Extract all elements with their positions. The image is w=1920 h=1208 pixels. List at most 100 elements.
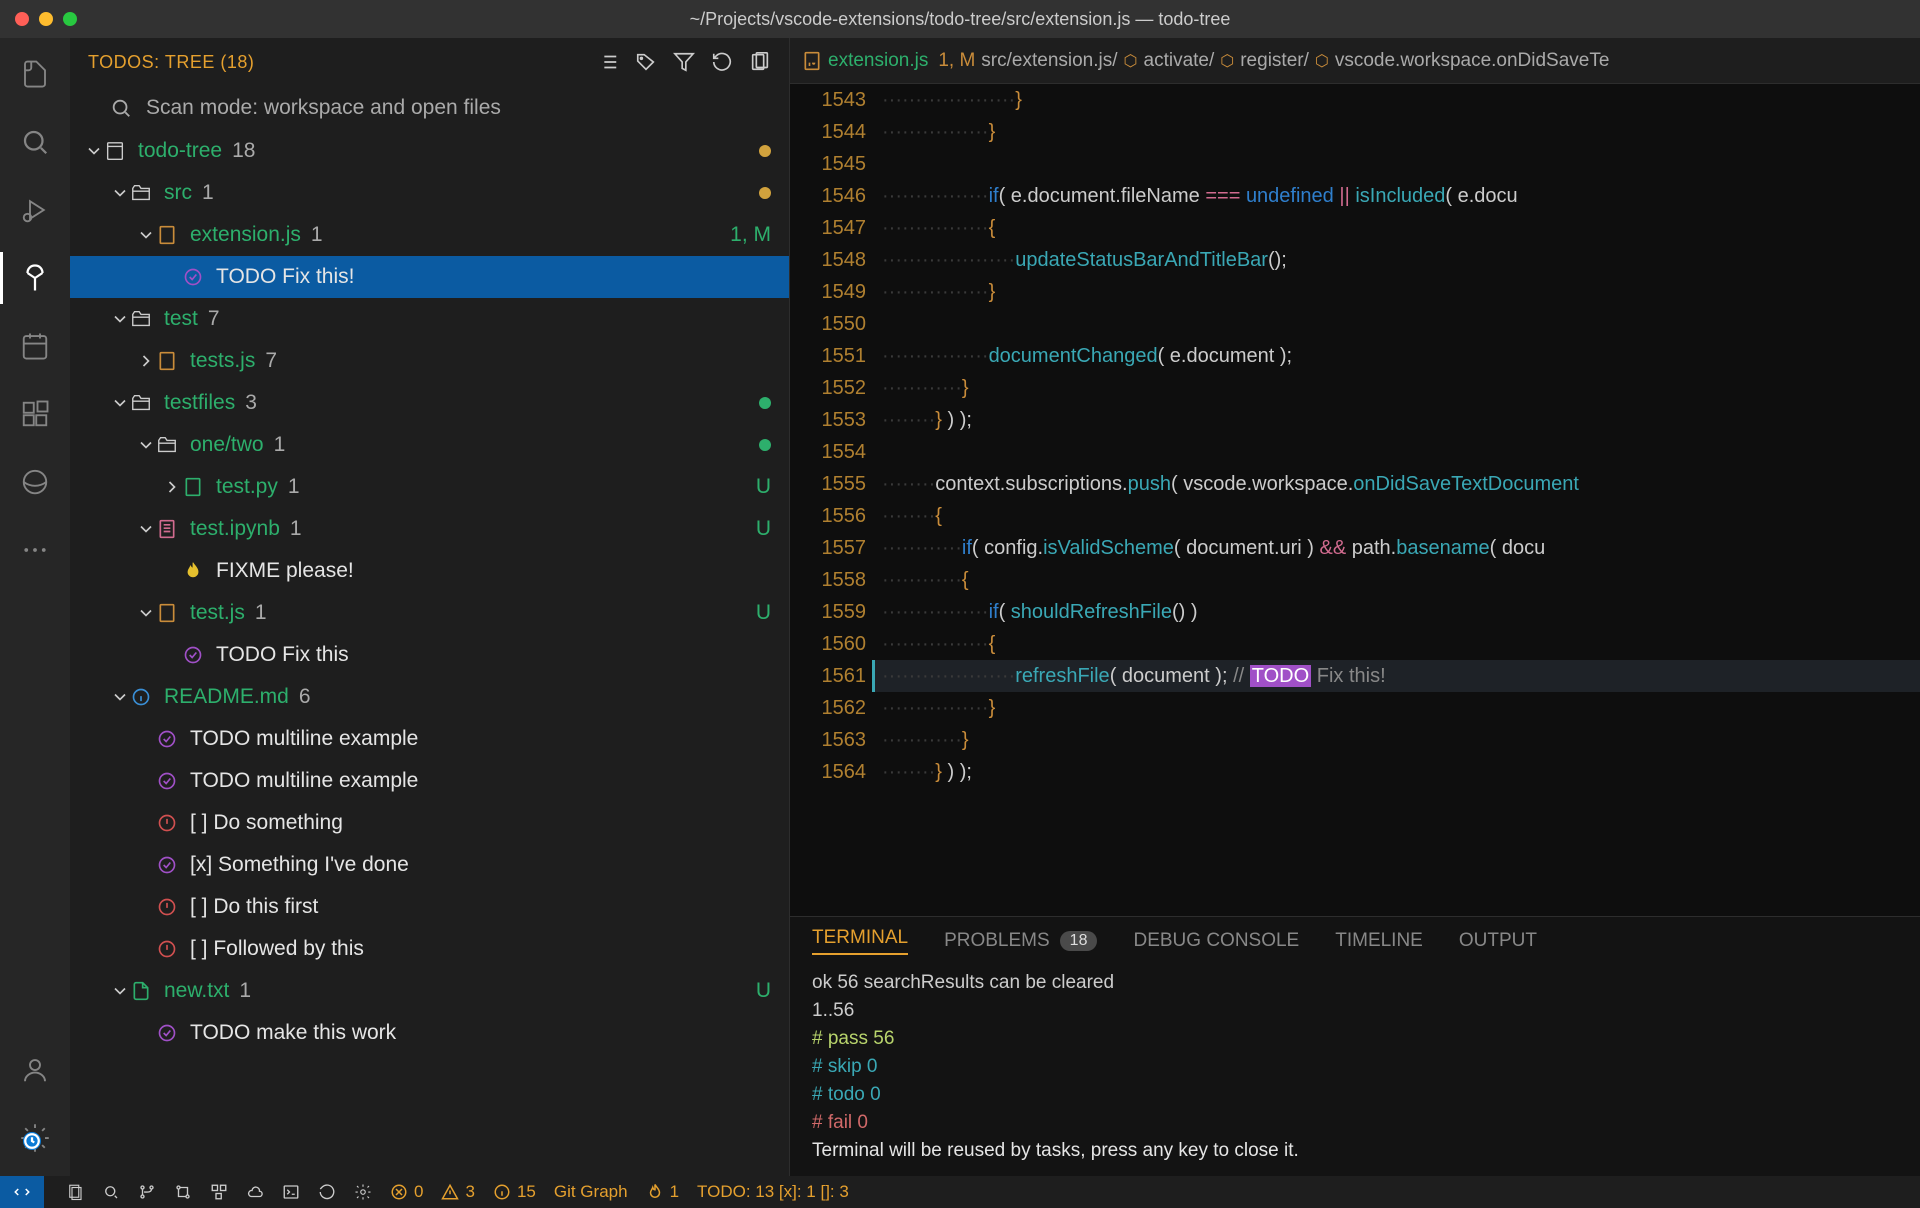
maximize-window[interactable] — [63, 12, 77, 26]
calendar-icon[interactable] — [17, 328, 53, 364]
tab-filename: extension.js — [828, 50, 928, 72]
tab-problems[interactable]: PROBLEMS18 — [944, 927, 1097, 955]
tree-row[interactable]: [ ] Do something — [70, 802, 789, 844]
tree-row[interactable]: README.md6 — [70, 676, 789, 718]
item-count: 1 — [202, 181, 214, 205]
item-status: U — [756, 517, 771, 541]
tree-row[interactable]: tests.js7 — [70, 340, 789, 382]
todo-label: [ ] Do something — [190, 811, 343, 835]
code-lines[interactable]: ····················}················}··… — [872, 84, 1920, 916]
debug-icon[interactable] — [17, 192, 53, 228]
status-dot — [759, 439, 771, 451]
tree-row[interactable]: TODO make this work — [70, 1012, 789, 1054]
todo-label: TODO multiline example — [190, 769, 418, 793]
sb-errors[interactable]: 0 — [390, 1182, 423, 1202]
tree-root[interactable]: todo-tree18 — [70, 130, 789, 172]
tree-row[interactable]: testfiles3 — [70, 382, 789, 424]
close-window[interactable] — [15, 12, 29, 26]
todo-label: TODO multiline example — [190, 727, 418, 751]
item-label: extension.js — [190, 223, 301, 247]
sb-graph-icon[interactable] — [210, 1183, 228, 1201]
tree-view[interactable]: todo-tree18src1extension.js11, MTODO Fix… — [70, 130, 789, 1176]
tab-debug-console[interactable]: DEBUG CONSOLE — [1133, 927, 1299, 955]
check-icon — [156, 770, 178, 792]
refresh-icon[interactable] — [711, 51, 733, 73]
editor-tabbar[interactable]: extension.js 1, M src/extension.js/ ⬡act… — [790, 38, 1920, 84]
list-icon[interactable] — [597, 51, 619, 73]
sb-cloud-icon[interactable] — [246, 1183, 264, 1201]
sb-gear-icon[interactable] — [354, 1183, 372, 1201]
item-count: 18 — [232, 139, 255, 163]
tab-output[interactable]: OUTPUT — [1459, 927, 1537, 955]
notebook-icon — [156, 518, 178, 540]
item-label: new.txt — [164, 979, 229, 1003]
tree-row[interactable]: TODO multiline example — [70, 760, 789, 802]
tree-row[interactable]: TODO Fix this — [70, 634, 789, 676]
sb-terminal-icon[interactable] — [282, 1183, 300, 1201]
terminal-output[interactable]: ok 56 searchResults can be cleared1..56#… — [790, 965, 1920, 1176]
check-icon — [156, 728, 178, 750]
traffic-lights — [15, 12, 77, 26]
sb-search-icon[interactable] — [102, 1183, 120, 1201]
export-icon[interactable] — [749, 51, 771, 73]
todo-label: TODO Fix this — [216, 643, 349, 667]
tree-row[interactable]: src1 — [70, 172, 789, 214]
tab-timeline[interactable]: TIMELINE — [1335, 927, 1423, 955]
js-file-icon — [156, 602, 178, 624]
tree-row[interactable]: FIXME please! — [70, 550, 789, 592]
remote-button[interactable] — [0, 1176, 44, 1208]
js-file-icon — [156, 224, 178, 246]
search-icon[interactable] — [17, 124, 53, 160]
scan-mode-label: Scan mode: workspace and open files — [146, 96, 501, 120]
item-status: 1, M — [730, 223, 771, 247]
check-icon — [156, 1022, 178, 1044]
minimize-window[interactable] — [39, 12, 53, 26]
sb-warnings[interactable]: 3 — [441, 1182, 474, 1202]
alert-icon — [156, 896, 178, 918]
sync-badge-icon — [23, 1132, 41, 1150]
scan-mode-row[interactable]: Scan mode: workspace and open files — [70, 86, 789, 130]
tree-row[interactable]: extension.js11, M — [70, 214, 789, 256]
tree-todo-selected[interactable]: TODO Fix this! — [70, 256, 789, 298]
breadcrumb[interactable]: src/extension.js/ ⬡activate/ ⬡register/ … — [981, 50, 1609, 72]
sb-todo-count[interactable]: TODO: 13 [x]: 1 []: 3 — [697, 1182, 849, 1202]
tree-row[interactable]: test7 — [70, 298, 789, 340]
explorer-icon[interactable] — [17, 56, 53, 92]
tree-row[interactable]: one/two1 — [70, 424, 789, 466]
window-title: ~/Projects/vscode-extensions/todo-tree/s… — [690, 9, 1231, 30]
tag-icon[interactable] — [635, 51, 657, 73]
tree-row[interactable]: TODO multiline example — [70, 718, 789, 760]
tree-row[interactable]: test.py1U — [70, 466, 789, 508]
tree-row[interactable]: test.js1U — [70, 592, 789, 634]
sb-compare-icon[interactable] — [174, 1183, 192, 1201]
problems-badge: 18 — [1060, 931, 1098, 951]
sb-flame[interactable]: 1 — [646, 1182, 679, 1202]
todo-label: FIXME please! — [216, 559, 354, 583]
item-count: 1 — [274, 433, 286, 457]
bottom-panel: TERMINAL PROBLEMS18 DEBUG CONSOLE TIMELI… — [790, 916, 1920, 1176]
filter-icon[interactable] — [673, 51, 695, 73]
sphere-icon[interactable] — [17, 464, 53, 500]
tree-row[interactable]: [x] Something I've done — [70, 844, 789, 886]
item-count: 1 — [288, 475, 300, 499]
item-count: 3 — [245, 391, 257, 415]
alert-icon — [156, 812, 178, 834]
more-icon[interactable] — [17, 532, 53, 568]
extensions-icon[interactable] — [17, 396, 53, 432]
account-icon[interactable] — [17, 1052, 53, 1088]
sb-info[interactable]: 15 — [493, 1182, 536, 1202]
sb-files-icon[interactable] — [66, 1183, 84, 1201]
tree-row[interactable]: test.ipynb1U — [70, 508, 789, 550]
tree-row[interactable]: [ ] Do this first — [70, 886, 789, 928]
js-file-icon — [156, 350, 178, 372]
sb-refresh-icon[interactable] — [318, 1183, 336, 1201]
js-file-icon — [802, 51, 822, 71]
settings-icon[interactable] — [17, 1120, 53, 1156]
sb-branch-icon[interactable] — [138, 1183, 156, 1201]
sb-gitgraph[interactable]: Git Graph — [554, 1182, 628, 1202]
tree-row[interactable]: [ ] Followed by this — [70, 928, 789, 970]
tab-terminal[interactable]: TERMINAL — [812, 927, 908, 955]
tree-row[interactable]: new.txt1U — [70, 970, 789, 1012]
todo-tree-icon[interactable] — [17, 260, 53, 296]
code-editor[interactable]: 1543154415451546154715481549155015511552… — [790, 84, 1920, 916]
